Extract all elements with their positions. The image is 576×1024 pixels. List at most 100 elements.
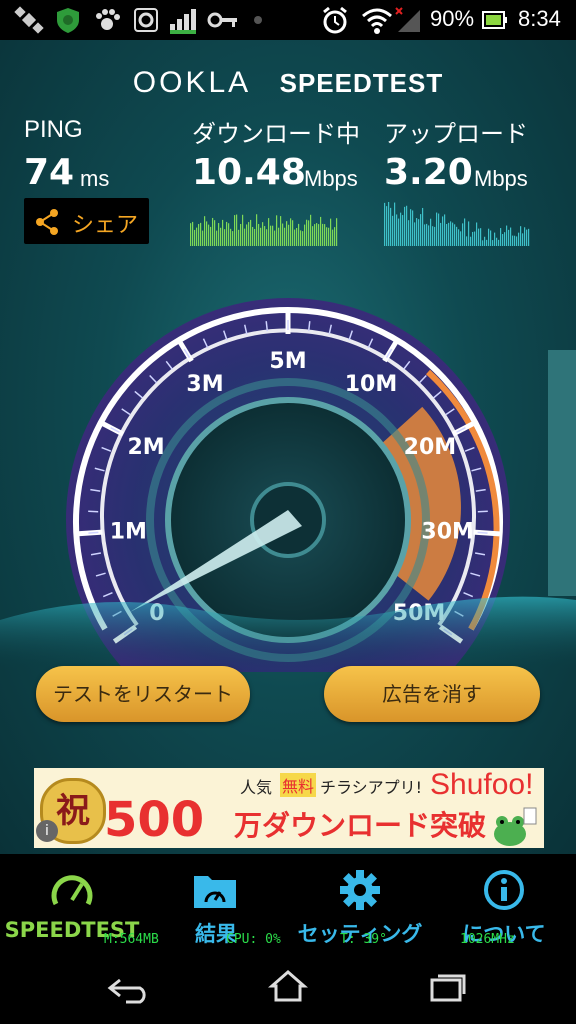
- upload-sparkline: [384, 202, 530, 246]
- sparkline-bar: [466, 236, 468, 246]
- home-icon[interactable]: [268, 968, 308, 1004]
- sparkline-bar: [510, 227, 512, 246]
- sparkline-bar: [426, 223, 428, 246]
- battery-percent: 90%: [430, 6, 475, 31]
- gauge-minor-tick: [88, 531, 99, 534]
- back-icon[interactable]: [106, 974, 150, 1004]
- ad-headline: 万ダウンロード突破: [234, 809, 487, 842]
- download-unit: Mbps: [304, 166, 358, 191]
- sparkline-bar: [294, 229, 296, 246]
- download-label: ダウンロード中: [192, 121, 360, 148]
- sparkline-bar: [484, 236, 486, 246]
- sparkline-bar: [456, 226, 458, 246]
- sparkline-bar: [206, 221, 208, 246]
- sparkline-bar: [262, 222, 264, 246]
- sparkline-bar: [314, 224, 316, 246]
- notification-dot-icon: [254, 16, 262, 24]
- sparkline-bar: [276, 215, 278, 246]
- sparkline-bar: [312, 226, 314, 246]
- sparkline-bar: [414, 222, 416, 246]
- speedtest-main: OOKLA SPEEDTEST PING 74 ms ダウンロード中 10.48…: [0, 40, 576, 854]
- speedometer-icon: [51, 875, 93, 906]
- sparkline-bar: [248, 222, 250, 246]
- sparkline-bar: [230, 228, 232, 246]
- gauge-tick-label: 2M: [127, 435, 164, 460]
- sparkline-bar: [418, 219, 420, 246]
- sparkline-bar: [216, 230, 218, 246]
- paw-icon: [96, 9, 120, 30]
- sparkline-bar: [272, 225, 274, 246]
- sparkline-bar: [284, 227, 286, 246]
- sparkline-bar: [488, 228, 490, 246]
- sparkline-bar: [394, 202, 396, 246]
- sparkline-bar: [234, 215, 236, 246]
- sparkline-bar: [460, 231, 462, 246]
- recent-apps-icon[interactable]: [428, 972, 468, 1004]
- ping-label: PING: [24, 116, 83, 143]
- ad-tagline-free: 無料: [280, 773, 317, 797]
- sparkline-bar: [416, 218, 418, 246]
- sparkline-bar: [446, 224, 448, 246]
- sparkline-bar: [516, 236, 518, 246]
- overlay-temp: T: 39°: [340, 932, 387, 947]
- upload-unit: Mbps: [474, 166, 528, 191]
- sparkline-bar: [434, 226, 436, 246]
- system-nav-bar: [0, 950, 576, 1024]
- sparkline-bar: [238, 229, 240, 246]
- sparkline-bar: [486, 239, 488, 246]
- sparkline-bar: [250, 219, 252, 246]
- sparkline-bar: [194, 229, 196, 246]
- sparkline-bar: [322, 223, 324, 246]
- overlay-freq: 1026MHz: [460, 932, 515, 947]
- sparkline-bar: [400, 212, 402, 246]
- sparkline-bar: [430, 218, 432, 246]
- gauge-tick-label: 10M: [345, 372, 398, 397]
- sparkline-bar: [412, 210, 414, 246]
- sparkline-bar: [298, 223, 300, 246]
- sparkline-bar: [474, 231, 476, 246]
- sparkline-bar: [242, 214, 244, 246]
- sparkline-bar: [200, 222, 202, 246]
- sparkline-bar: [316, 223, 318, 246]
- ad-banner[interactable]: 祝 500 万ダウンロード突破 人気 無料 チラシアプリ! Shufoo! i: [34, 768, 544, 848]
- sparkline-bar: [220, 227, 222, 246]
- gauge-tick-label: 1M: [110, 519, 147, 544]
- sparkline-bar: [240, 224, 242, 246]
- overlay-cpu: CPU: 0%: [226, 932, 281, 947]
- sparkline-bar: [304, 224, 306, 246]
- remove-ads-button[interactable]: 広告を消す: [324, 666, 540, 722]
- sparkline-bar: [520, 226, 522, 246]
- ad-tagline-b: チラシアプリ!: [320, 778, 423, 797]
- ad-info-icon[interactable]: i: [36, 820, 58, 842]
- sparkline-bar: [260, 227, 262, 246]
- sparkline-bar: [268, 218, 270, 246]
- sparkline-bar: [196, 227, 198, 246]
- sparkline-bar: [334, 227, 336, 246]
- sparkline-bar: [476, 222, 478, 246]
- share-button[interactable]: シェア: [24, 198, 149, 244]
- sparkline-bar: [302, 231, 304, 246]
- share-icon: [36, 209, 58, 235]
- info-icon: [484, 870, 524, 910]
- side-scroll-handle[interactable]: [548, 350, 576, 596]
- sparkline-bar: [408, 220, 410, 246]
- sparkline-bar: [504, 232, 506, 246]
- sparkline-bar: [202, 230, 204, 246]
- gauge-tick-label: 20M: [404, 435, 457, 460]
- sparkline-bar: [292, 220, 294, 246]
- sparkline-bar: [252, 226, 254, 246]
- sparkline-bar: [422, 207, 424, 246]
- sparkline-bar: [428, 225, 430, 246]
- sparkline-bar: [330, 218, 332, 246]
- sparkline-bar: [280, 216, 282, 246]
- sparkline-bar: [286, 221, 288, 246]
- sparkline-bar: [288, 224, 290, 246]
- alarm-clock-icon: [323, 6, 347, 34]
- wave-decoration: [0, 596, 576, 670]
- sparkline-bar: [470, 236, 472, 246]
- sparkline-bar: [404, 206, 406, 246]
- sparkline-bar: [436, 212, 438, 246]
- sparkline-bar: [258, 223, 260, 246]
- sparkline-bar: [204, 216, 206, 246]
- restart-test-button[interactable]: テストをリスタート: [36, 666, 250, 722]
